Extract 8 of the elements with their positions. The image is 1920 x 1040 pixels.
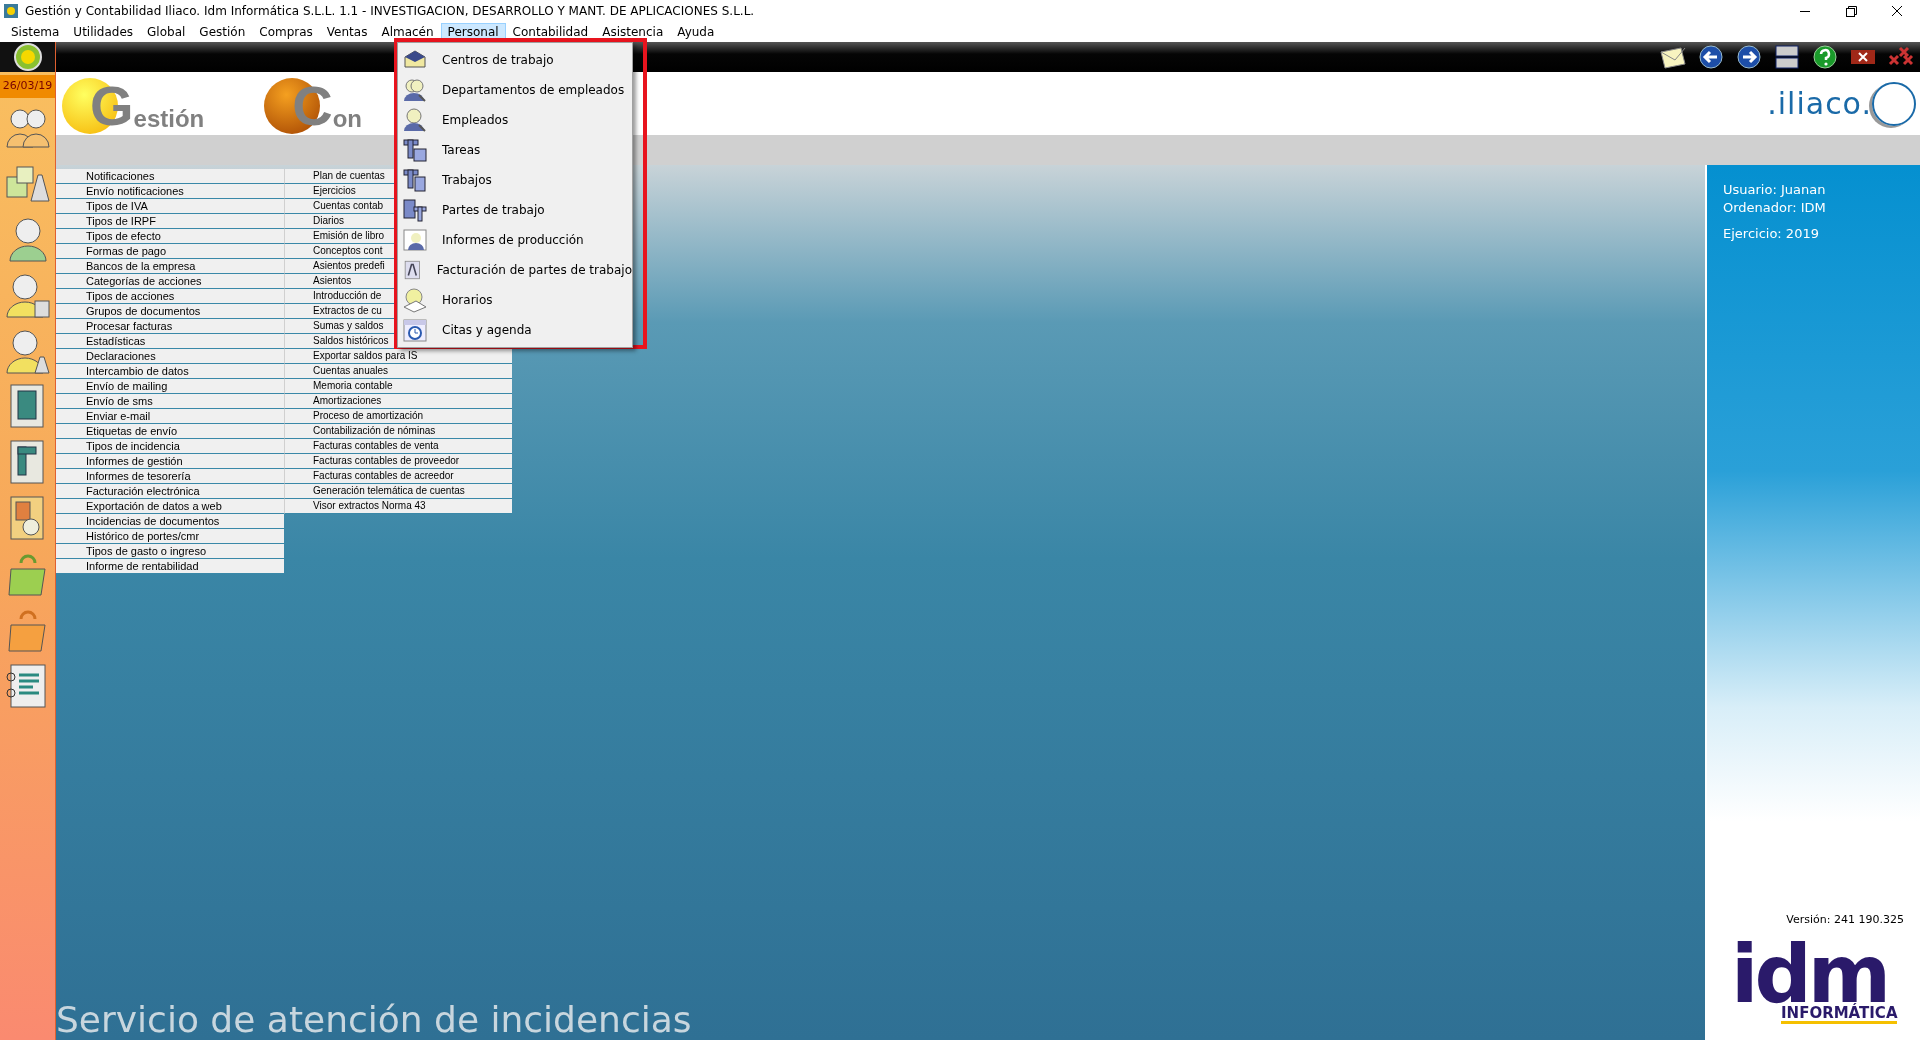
support-banner-text: Servicio de atención de incidencias [56,1000,693,1040]
user-label: Usuario: Juanan [1723,181,1827,199]
window-title: Gestión y Contabilidad Iliaco. Idm Informática S.L.L. 1.1 - INVESTIGACION, DESARROLLO Y MANT. DE APLICACIONES S.L.L. [25,3,756,20]
version-label: Versión: 241 190.325 [1785,911,1904,928]
year-label: Ejercicio: 2019 [1723,225,1820,243]
iliaco-logo: .iliaco. [1767,81,1916,126]
date-label: 26/03/19 [0,75,55,98]
computer-label: Ordenador: IDM [1723,199,1827,217]
